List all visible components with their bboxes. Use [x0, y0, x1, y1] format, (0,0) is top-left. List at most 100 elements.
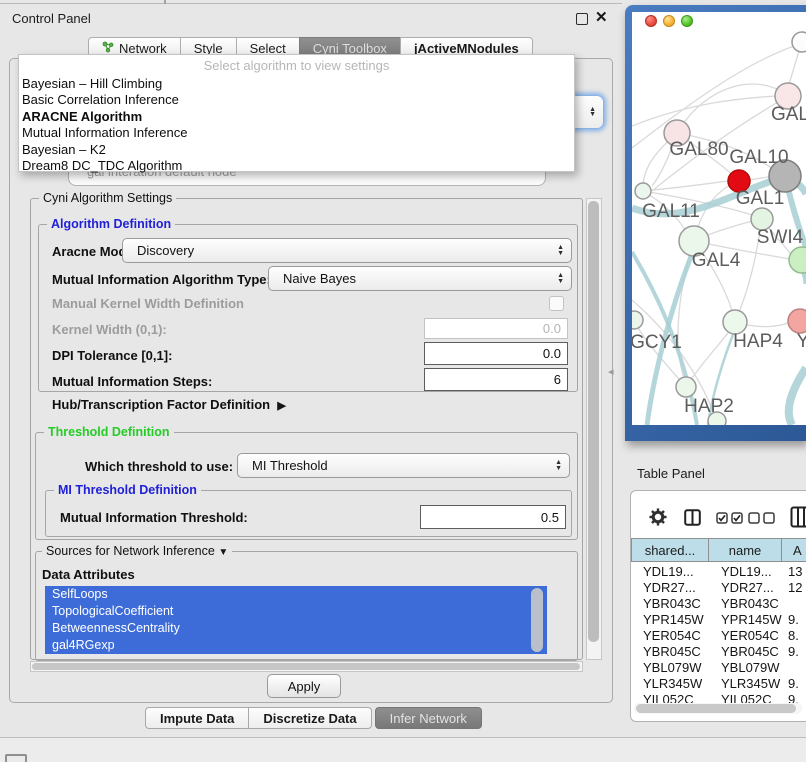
algorithm-option-aracne-algorithm[interactable]: ARACNE Algorithm — [19, 109, 574, 125]
table-cell[interactable] — [784, 596, 806, 612]
node-gcy1[interactable] — [632, 311, 643, 329]
table-cell[interactable] — [784, 660, 806, 676]
tab-infer-network[interactable]: Infer Network — [375, 707, 482, 729]
node-label-gal10: GAL10 — [729, 147, 788, 168]
table-cell[interactable]: YPR145W — [632, 612, 710, 628]
attribute-topologicalcoefficient[interactable]: TopologicalCoefficient — [45, 603, 547, 620]
settings-hscrollbar-thumb[interactable] — [32, 663, 580, 670]
node-swi4[interactable] — [789, 247, 806, 273]
table-cell[interactable]: 9. — [784, 644, 806, 660]
kernel-width-field[interactable]: 0.0 — [424, 318, 568, 339]
sources-legend[interactable]: Sources for Network Inference ▼ — [42, 544, 232, 558]
mi-algorithm-type-select[interactable]: Naive Bayes ▲▼ — [268, 266, 572, 291]
bottom-tabbar: Impute DataDiscretize DataInfer Network — [145, 707, 482, 729]
tab-impute-data[interactable]: Impute Data — [145, 707, 249, 729]
mi-threshold-definition-legend: MI Threshold Definition — [54, 483, 201, 497]
data-attributes-list: SelfLoopsTopologicalCoefficientBetweenne… — [45, 586, 547, 654]
node-salmon[interactable] — [788, 309, 806, 333]
table-cell[interactable]: 9. — [784, 612, 806, 628]
manual-kernel-checkbox[interactable] — [549, 296, 564, 311]
table-cell[interactable]: YDL19... — [710, 564, 784, 580]
table-columns-icon[interactable] — [790, 506, 806, 533]
table-row[interactable]: YDR27...YDR27...12 — [632, 580, 806, 596]
column-header-name[interactable]: name — [708, 538, 782, 562]
algorithm-dropdown[interactable]: Select algorithm to view settings Bayesi… — [18, 54, 575, 172]
table-cell[interactable]: YBR045C — [710, 644, 784, 660]
attribute-gal4rgexp[interactable]: gal4RGexp — [45, 637, 547, 654]
attribute-betweennesscentrality[interactable]: BetweennessCentrality — [45, 620, 547, 637]
table-cell[interactable]: YBR043C — [710, 596, 784, 612]
network-canvas[interactable]: GALGAL80GAL10GAL11GAL1SWI4GAL4GCY1HAP4YH… — [632, 12, 806, 425]
split-columns-icon[interactable] — [684, 509, 701, 531]
unchecked-checkbox-icon[interactable] — [763, 511, 775, 529]
column-header-shared[interactable]: shared... — [631, 538, 709, 562]
checked-checkbox-icon[interactable] — [716, 511, 728, 529]
bottom-strip — [0, 737, 806, 762]
table-cell[interactable]: YDR27... — [632, 580, 710, 596]
table-cell[interactable]: YBR045C — [632, 644, 710, 660]
table-row[interactable]: YDL19...YDL19...13 — [632, 564, 806, 580]
close-icon[interactable]: ✕ — [595, 8, 608, 26]
table-cell[interactable]: YDR27... — [710, 580, 784, 596]
threshold-definition-legend: Threshold Definition — [44, 425, 174, 439]
table-row[interactable]: YBR045CYBR045C9. — [632, 644, 806, 660]
kernel-width-label: Kernel Width (0,1): — [52, 322, 167, 337]
float-window-icon[interactable] — [576, 13, 588, 25]
network-window[interactable]: GALGAL80GAL10GAL11GAL1SWI4GAL4GCY1HAP4YH… — [625, 5, 806, 441]
mi-threshold-field[interactable]: 0.5 — [420, 505, 566, 529]
node-label-gal4: GAL4 — [692, 250, 741, 271]
table-cell[interactable]: YPR145W — [710, 612, 784, 628]
algorithm-option-basic-correlation-inference[interactable]: Basic Correlation Inference — [19, 92, 574, 108]
table-row[interactable]: YBR043CYBR043C — [632, 596, 806, 612]
table-cell[interactable]: 12 — [784, 580, 806, 596]
table-cell[interactable]: YBL079W — [710, 660, 784, 676]
dpi-tolerance-field[interactable]: 0.0 — [424, 342, 568, 365]
mi-steps-field[interactable]: 6 — [424, 368, 568, 391]
table-cell[interactable]: 13 — [784, 564, 806, 580]
tab-discretize-data[interactable]: Discretize Data — [248, 707, 371, 729]
apply-button[interactable]: Apply — [267, 674, 341, 698]
algorithm-option-bayesian-k2[interactable]: Bayesian – K2 — [19, 142, 574, 158]
table-cell[interactable]: 8. — [784, 628, 806, 644]
node-label-gal: GAL — [771, 104, 806, 125]
splitter-collapse-icon[interactable]: ◂ — [608, 365, 614, 378]
settings-vscrollbar-thumb[interactable] — [588, 201, 599, 642]
checked-checkbox-icon[interactable] — [731, 511, 743, 529]
aracne-mode-select[interactable]: Discovery ▲▼ — [122, 238, 572, 263]
mi-algorithm-type-label: Mutual Information Algorithm Type: — [52, 272, 271, 287]
table-cell[interactable]: YLR345W — [710, 676, 784, 692]
table-cell[interactable]: 9. — [784, 676, 806, 692]
unchecked-checkbox-icon[interactable] — [748, 511, 760, 529]
table-row[interactable]: YLR345WYLR345W9. — [632, 676, 806, 692]
table-cell[interactable]: YLR345W — [632, 676, 710, 692]
algorithm-option-bayesian-hill-climbing[interactable]: Bayesian – Hill Climbing — [19, 76, 574, 92]
table-hscrollbar-thumb[interactable] — [636, 704, 796, 713]
stepper-icon: ▲▼ — [557, 245, 571, 256]
table-row[interactable]: YBL079WYBL079W — [632, 660, 806, 676]
manual-kernel-label: Manual Kernel Width Definition — [52, 296, 244, 311]
table-row[interactable]: YER054CYER054C8. — [632, 628, 806, 644]
table-panel-title: Table Panel — [637, 466, 705, 481]
mi-threshold-label: Mutual Information Threshold: — [60, 510, 248, 525]
node-hap2[interactable] — [676, 377, 696, 397]
table-row[interactable]: YPR145WYPR145W9. — [632, 612, 806, 628]
attributes-scrollbar-thumb[interactable] — [531, 588, 543, 652]
table-cell[interactable]: YBL079W — [632, 660, 710, 676]
table-cell[interactable]: YER054C — [710, 628, 784, 644]
column-header-a[interactable]: A — [781, 538, 806, 562]
table-cell[interactable]: YDL19... — [632, 564, 710, 580]
attribute-selfloops[interactable]: SelfLoops — [45, 586, 547, 603]
settings-gear-icon[interactable] — [649, 508, 667, 531]
node-gal11[interactable] — [635, 183, 651, 199]
table-cell[interactable]: YBR043C — [632, 596, 710, 612]
hub-definition-toggle[interactable]: Hub/Transcription Factor Definition ▶ — [52, 397, 286, 412]
algorithm-option-mutual-information-inference[interactable]: Mutual Information Inference — [19, 125, 574, 141]
which-threshold-select[interactable]: MI Threshold ▲▼ — [237, 453, 570, 478]
control-panel-title: Control Panel — [12, 11, 91, 26]
bottom-left-panel-icon[interactable] — [5, 754, 27, 762]
settings-group-legend: Cyni Algorithm Settings — [39, 191, 176, 205]
table-cell[interactable]: YER054C — [632, 628, 710, 644]
algorithm-option-dream8-dc-tdc-algorithm[interactable]: Dream8 DC_TDC Algorithm — [19, 158, 574, 174]
node-top-open[interactable] — [792, 32, 806, 52]
collapsed-arrow-icon: ▶ — [277, 400, 285, 412]
